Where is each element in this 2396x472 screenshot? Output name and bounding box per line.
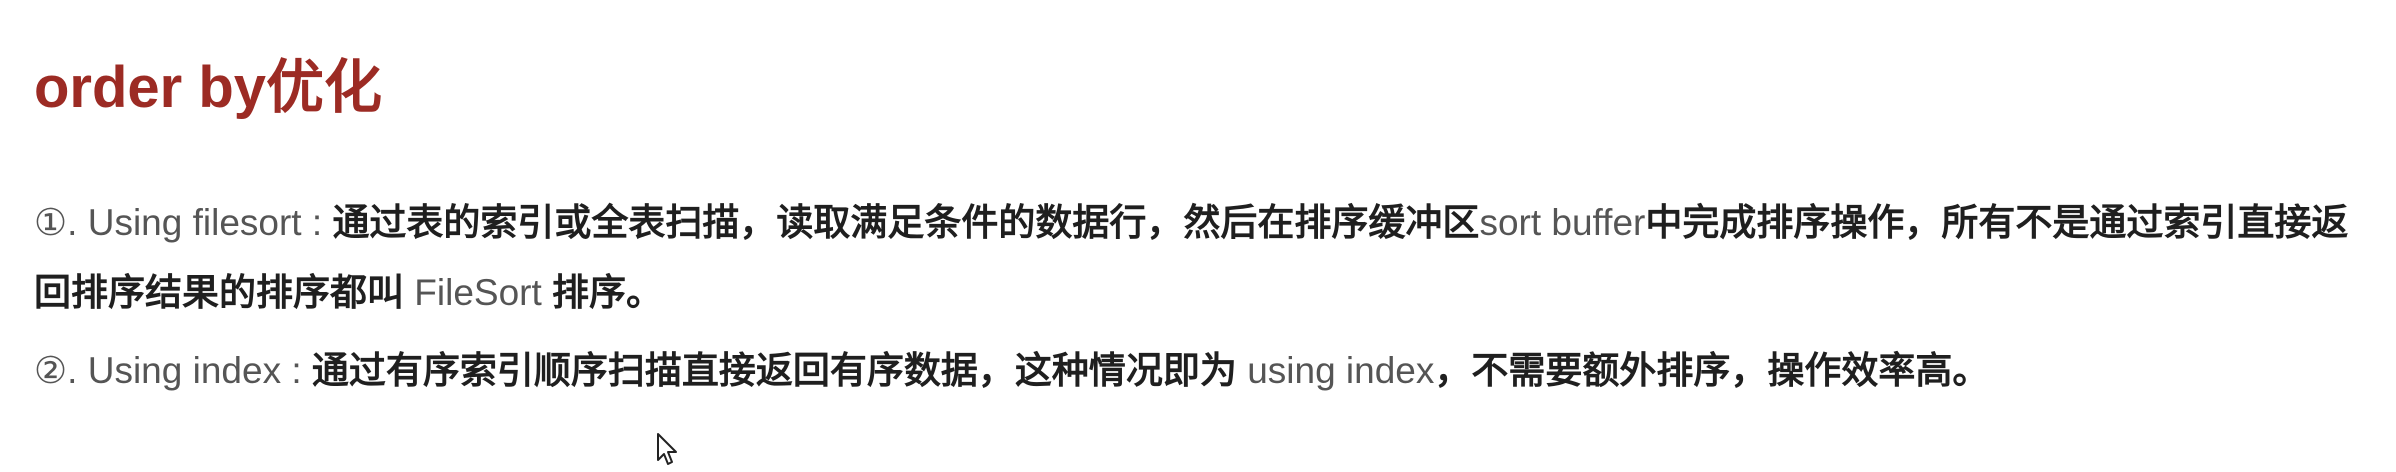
mouse-pointer-icon xyxy=(657,433,677,465)
item-inline-term: sort buffer xyxy=(1479,202,1646,243)
item-text: 通过有序索引顺序扫描直接返回有序数据，这种情况即为 xyxy=(311,350,1248,391)
slide: order by优化 ①. Using filesort : 通过表的索引或全表… xyxy=(0,0,2396,472)
list-item-filesort: ①. Using filesort : 通过表的索引或全表扫描，读取满足条件的数… xyxy=(34,188,2362,328)
item-text: 通过表的索引或全表扫描，读取满足条件的数据行，然后在排序缓冲区 xyxy=(332,202,1480,243)
item-inline-term: FileSort xyxy=(414,272,542,313)
item-marker: ①. xyxy=(34,202,88,243)
item-text: ，不需要额外排序，操作效率高。 xyxy=(1434,350,1990,391)
item-term: Using index : xyxy=(87,350,312,391)
item-text: 排序。 xyxy=(541,272,664,313)
list-item-index: ②. Using index : 通过有序索引顺序扫描直接返回有序数据，这种情况… xyxy=(34,336,2362,406)
item-term: Using filesort : xyxy=(87,202,333,243)
item-marker: ②. xyxy=(34,350,88,391)
slide-content: ①. Using filesort : 通过表的索引或全表扫描，读取满足条件的数… xyxy=(34,188,2362,406)
item-inline-term: using index xyxy=(1247,350,1435,391)
slide-title: order by优化 xyxy=(34,55,383,120)
